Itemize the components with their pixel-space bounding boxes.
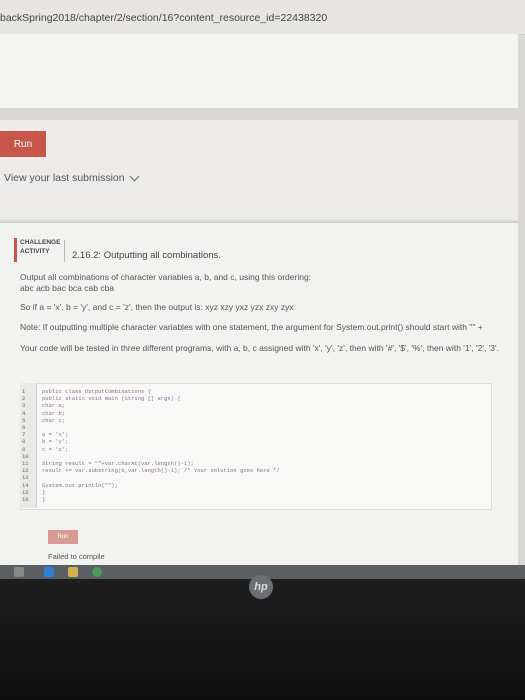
view-link-label: View your last submission (4, 172, 125, 184)
line-number: 7 (22, 431, 26, 439)
note-text: Note: If outputting multiple character v… (20, 322, 483, 332)
line-number: 4 (22, 409, 26, 417)
code-line[interactable]: char a; (42, 402, 65, 409)
compile-status: Failed to compile (48, 552, 105, 561)
code-line[interactable]: System.out.println(""); (42, 482, 118, 489)
line-number: 2 (22, 395, 26, 403)
line-number: 1 (22, 388, 26, 395)
example-text: So if a = 'x', b = 'y', and c = 'z', the… (20, 302, 294, 312)
taskbar-icon-start[interactable] (14, 567, 24, 577)
line-number: 14 (22, 481, 29, 489)
line-number: 15 (22, 488, 29, 496)
code-run-button[interactable]: Run (48, 530, 78, 544)
description-line1: Output all combinations of character var… (20, 272, 312, 282)
chevron-down-icon (129, 171, 140, 182)
chrome-icon[interactable] (92, 567, 102, 577)
code-line[interactable]: result += var.substring(0,var.length()-1… (42, 467, 280, 474)
line-number: 6 (22, 424, 26, 431)
run-button[interactable]: Run (0, 131, 46, 157)
line-number: 8 (22, 438, 26, 446)
badge-line1: CHALLENGE (20, 239, 61, 246)
line-number: 10 (22, 452, 29, 460)
code-line[interactable]: a = 'x'; (42, 431, 68, 438)
folder-icon[interactable] (68, 567, 78, 577)
badge-line2: ACTIVITY (20, 248, 50, 255)
code-line[interactable]: } (42, 489, 45, 496)
code-line[interactable]: public class OutputCombinations { (42, 388, 151, 395)
badge-divider (64, 240, 65, 262)
code-line[interactable]: char c; (42, 417, 65, 424)
challenge-badge: CHALLENGE ACTIVITY (14, 238, 68, 262)
line-number: 16 (22, 496, 29, 503)
code-line[interactable]: c = 'z'; (42, 446, 68, 453)
hp-logo: hp (249, 575, 273, 599)
code-line[interactable]: } (42, 496, 45, 503)
description-line2: abc acb bac bca cab cba (20, 283, 115, 293)
challenge-title: 2.16.2: Outputting all combinations. (72, 250, 221, 261)
url-text: backSpring2018/chapter/2/section/16?cont… (0, 12, 328, 24)
view-last-submission-link[interactable]: View your last submission (4, 171, 140, 184)
run-area (0, 120, 518, 220)
code-line[interactable]: String result = ""+var.charAt(var.length… (42, 460, 194, 467)
address-bar[interactable]: backSpring2018/chapter/2/section/16?cont… (0, 0, 525, 35)
line-number: 5 (22, 416, 26, 424)
line-number: 11 (22, 460, 29, 467)
content-panel (0, 34, 518, 109)
code-line[interactable]: public static void main (String [] args)… (42, 395, 181, 402)
line-number: 3 (22, 402, 26, 410)
line-number: 9 (22, 445, 26, 453)
line-number: 13 (22, 474, 29, 482)
testing-text: Your code will be tested in three differ… (20, 343, 500, 353)
code-line[interactable]: b = 'y'; (42, 438, 68, 445)
line-number: 12 (22, 467, 29, 475)
edge-icon[interactable] (44, 567, 54, 577)
code-line[interactable]: char b; (42, 410, 65, 417)
